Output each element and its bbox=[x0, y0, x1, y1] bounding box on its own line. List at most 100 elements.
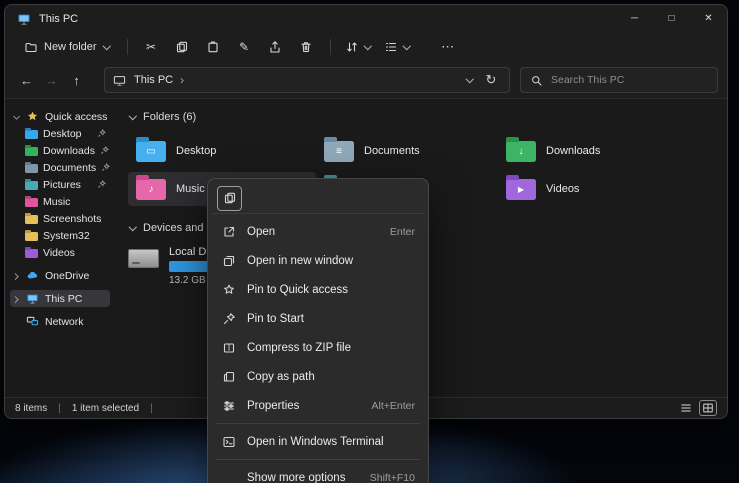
sidebar-item-label: Downloads bbox=[43, 145, 95, 157]
menu-item-shortcut: Shift+F10 bbox=[370, 472, 415, 483]
rename-button[interactable]: ✎ bbox=[229, 35, 260, 59]
menu-item-open[interactable]: Open Enter bbox=[212, 217, 424, 246]
sidebar-item-label: Music bbox=[43, 196, 70, 208]
menu-item-label: Copy as path bbox=[247, 371, 315, 383]
menu-item-copy-as-path[interactable]: Copy as path bbox=[212, 362, 424, 391]
sidebar-item-screenshots[interactable]: Screenshots bbox=[10, 210, 110, 227]
sidebar-item-downloads[interactable]: Downloads bbox=[10, 142, 110, 159]
sidebar-item-label: Documents bbox=[43, 162, 96, 174]
copy-path-icon bbox=[221, 370, 236, 384]
folder-tile-downloads[interactable]: ↓ Downloads bbox=[498, 134, 708, 168]
up-button[interactable]: ↑ bbox=[64, 68, 89, 93]
sidebar-item-desktop[interactable]: Desktop bbox=[10, 125, 110, 142]
menu-item-show-more-options[interactable]: Show more options Shift+F10 bbox=[212, 463, 424, 483]
folder-icon bbox=[25, 215, 38, 224]
view-icon bbox=[384, 40, 399, 54]
status-separator: | bbox=[58, 403, 61, 414]
music-folder-icon: ♪ bbox=[136, 179, 166, 200]
menu-item-open-in-new-window[interactable]: Open in new window bbox=[212, 246, 424, 275]
downloads-folder-icon bbox=[25, 147, 38, 156]
minimize-button[interactable]: ─ bbox=[616, 5, 653, 32]
copy-button[interactable] bbox=[217, 186, 242, 211]
titlebar: This PC ─ □ ✕ bbox=[5, 5, 727, 32]
folder-glyph: ▶ bbox=[506, 179, 536, 200]
chevron-down-icon bbox=[13, 114, 19, 120]
sidebar-item-videos[interactable]: Videos bbox=[10, 244, 110, 261]
menu-item-open-in-windows-terminal[interactable]: Open in Windows Terminal bbox=[212, 427, 424, 456]
folder-glyph: ↓ bbox=[506, 141, 536, 162]
sidebar-item-system32[interactable]: System32 bbox=[10, 227, 110, 244]
forward-button[interactable]: → bbox=[39, 68, 64, 93]
toolbar-separator bbox=[127, 39, 128, 55]
this-pc-icon bbox=[25, 292, 40, 305]
sidebar-item-documents[interactable]: Documents bbox=[10, 159, 110, 176]
sidebar-item-label: Desktop bbox=[43, 128, 82, 140]
menu-item-properties[interactable]: Properties Alt+Enter bbox=[212, 391, 424, 420]
copy-button[interactable] bbox=[167, 35, 198, 59]
folder-name: Desktop bbox=[176, 145, 216, 157]
menu-item-compress-to-zip[interactable]: Compress to ZIP file bbox=[212, 333, 424, 362]
chevron-down-icon bbox=[364, 43, 372, 51]
cut-button[interactable]: ✂ bbox=[136, 35, 167, 59]
sidebar-item-label: Network bbox=[45, 316, 84, 328]
new-folder-button[interactable]: New folder bbox=[15, 37, 119, 57]
sort-button[interactable] bbox=[339, 35, 378, 59]
search-input[interactable] bbox=[551, 74, 709, 86]
context-menu: Open Enter Open in new window Pin to Qui… bbox=[207, 178, 429, 483]
share-button[interactable] bbox=[260, 35, 291, 59]
view-button[interactable] bbox=[378, 35, 417, 59]
folder-tile-desktop[interactable]: ▭ Desktop bbox=[128, 134, 316, 168]
back-button[interactable]: ← bbox=[14, 68, 39, 93]
new-folder-icon bbox=[23, 40, 38, 54]
new-folder-label: New folder bbox=[44, 41, 97, 53]
search-box[interactable] bbox=[520, 67, 718, 93]
breadcrumb-location[interactable]: This PC bbox=[134, 74, 173, 86]
new-window-icon bbox=[221, 254, 236, 268]
close-button[interactable]: ✕ bbox=[690, 5, 727, 32]
folder-name: Documents bbox=[364, 145, 420, 157]
sidebar-item-quick-access[interactable]: Quick access bbox=[10, 108, 110, 125]
this-pc-icon bbox=[112, 74, 127, 87]
pictures-folder-icon bbox=[25, 181, 38, 190]
desktop-folder-icon bbox=[25, 130, 38, 139]
folder-tile-videos[interactable]: ▶ Videos bbox=[498, 172, 708, 206]
refresh-button[interactable]: ↻ bbox=[480, 69, 502, 91]
see-more-button[interactable]: ⋯ bbox=[433, 35, 464, 59]
menu-item-pin-to-quick-access[interactable]: Pin to Quick access bbox=[212, 275, 424, 304]
breadcrumb[interactable]: This PC › ↻ bbox=[104, 67, 510, 93]
delete-button[interactable] bbox=[291, 35, 322, 59]
search-icon bbox=[529, 74, 544, 87]
menu-item-label: Pin to Quick access bbox=[247, 284, 348, 296]
details-view-button[interactable] bbox=[677, 400, 695, 416]
menu-item-pin-to-start[interactable]: Pin to Start bbox=[212, 304, 424, 333]
context-menu-separator bbox=[216, 423, 420, 424]
sidebar: Quick access Desktop Downloads Documents bbox=[5, 99, 113, 397]
folder-glyph: ♪ bbox=[136, 179, 166, 200]
share-icon bbox=[268, 40, 283, 54]
folder-glyph: ▭ bbox=[136, 141, 166, 162]
address-dropdown-icon[interactable] bbox=[465, 76, 473, 84]
sidebar-item-network[interactable]: Network bbox=[10, 313, 110, 330]
large-icons-view-button[interactable] bbox=[699, 400, 717, 416]
menu-item-label: Pin to Start bbox=[247, 313, 304, 325]
open-icon bbox=[221, 225, 236, 239]
menu-item-label: Open in Windows Terminal bbox=[247, 436, 384, 448]
maximize-button[interactable]: □ bbox=[653, 5, 690, 32]
sidebar-item-pictures[interactable]: Pictures bbox=[10, 176, 110, 193]
sort-icon bbox=[345, 40, 360, 54]
sidebar-item-this-pc[interactable]: This PC bbox=[10, 290, 110, 307]
paste-button[interactable] bbox=[198, 35, 229, 59]
folders-section-header[interactable]: Folders (6) bbox=[128, 111, 727, 123]
desktop-folder-icon: ▭ bbox=[136, 141, 166, 162]
sidebar-item-onedrive[interactable]: OneDrive bbox=[10, 267, 110, 284]
this-pc-icon bbox=[16, 12, 31, 26]
sidebar-item-label: OneDrive bbox=[45, 270, 89, 282]
pin-icon bbox=[100, 146, 109, 155]
menu-item-label: Show more options bbox=[247, 472, 345, 483]
onedrive-cloud-icon bbox=[25, 269, 40, 282]
address-bar: ← → ↑ This PC › ↻ bbox=[5, 62, 727, 99]
chevron-right-icon[interactable]: › bbox=[180, 74, 184, 86]
folder-tile-documents[interactable]: ≡ Documents bbox=[316, 134, 498, 168]
context-menu-separator bbox=[216, 459, 420, 460]
sidebar-item-music[interactable]: Music bbox=[10, 193, 110, 210]
